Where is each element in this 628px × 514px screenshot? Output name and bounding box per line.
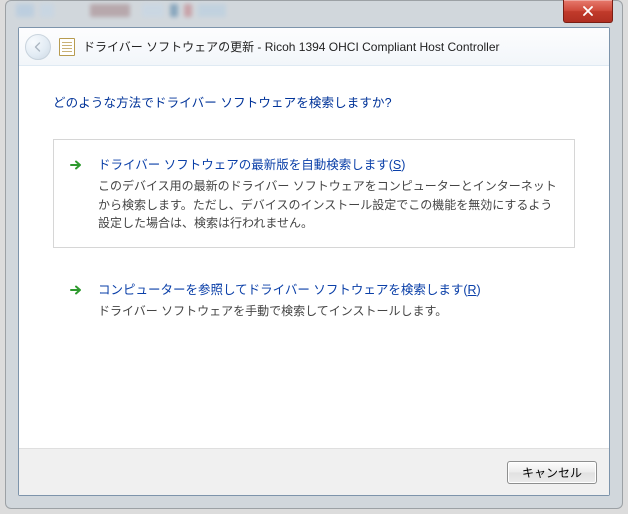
cancel-button[interactable]: キャンセル [507,461,597,484]
main-instruction: どのような方法でドライバー ソフトウェアを検索しますか? [53,92,575,111]
close-button[interactable] [563,0,613,23]
option-title: コンピューターを参照してドライバー ソフトウェアを検索します(R) [98,279,560,298]
option-title: ドライバー ソフトウェアの最新版を自動検索します(S) [98,154,560,173]
option-description: ドライバー ソフトウェアを手動で検索してインストールします。 [98,302,560,321]
option-browse-computer[interactable]: コンピューターを参照してドライバー ソフトウェアを検索します(R) ドライバー … [53,264,575,336]
arrow-right-icon [68,157,84,173]
wizard-header: ドライバー ソフトウェアの更新 - Ricoh 1394 OHCI Compli… [19,28,609,66]
option-auto-search[interactable]: ドライバー ソフトウェアの最新版を自動検索します(S) このデバイス用の最新のド… [53,139,575,248]
close-icon [582,6,594,16]
window-title: ドライバー ソフトウェアの更新 - Ricoh 1394 OHCI Compli… [83,38,500,55]
back-button[interactable] [25,34,51,60]
back-arrow-icon [32,41,44,53]
titlebar-blur [10,0,618,22]
option-description: このデバイス用の最新のドライバー ソフトウェアをコンピューターとインターネットか… [98,177,560,233]
arrow-right-icon [68,282,84,298]
wizard-footer: キャンセル [19,448,609,495]
driver-update-icon [59,38,75,56]
window-frame: ドライバー ソフトウェアの更新 - Ricoh 1394 OHCI Compli… [5,0,623,509]
wizard-body: どのような方法でドライバー ソフトウェアを検索しますか? ドライバー ソフトウェ… [19,66,609,448]
wizard-frame: ドライバー ソフトウェアの更新 - Ricoh 1394 OHCI Compli… [18,27,610,496]
